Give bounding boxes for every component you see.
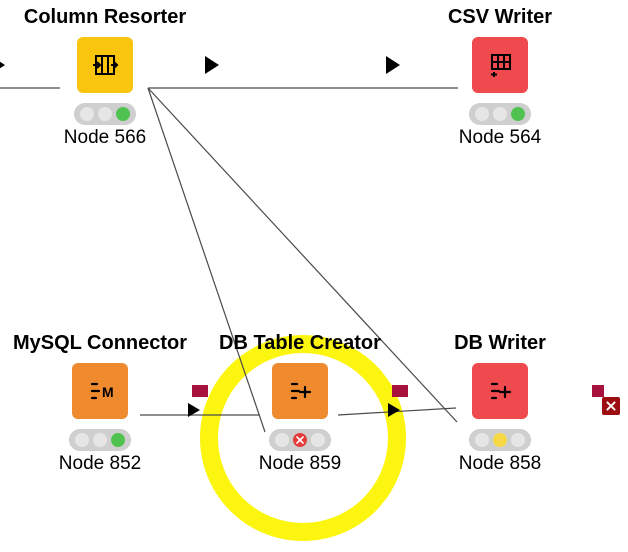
data-in-port[interactable] bbox=[386, 56, 400, 74]
node-icon bbox=[272, 363, 328, 419]
status-error bbox=[293, 433, 307, 447]
node-db-table-creator[interactable]: DB Table Creator Node 859 bbox=[210, 332, 390, 475]
csv-writer-icon bbox=[485, 50, 515, 80]
db-in-port[interactable] bbox=[196, 385, 208, 397]
node-icon bbox=[472, 363, 528, 419]
node-db-writer[interactable]: DB Writer Node 858 bbox=[410, 332, 590, 475]
node-icon bbox=[77, 37, 133, 93]
status-lights bbox=[469, 103, 531, 125]
node-icon: M bbox=[72, 363, 128, 419]
status-lights bbox=[69, 429, 131, 451]
status-configured bbox=[493, 433, 507, 447]
node-title: DB Writer bbox=[410, 332, 590, 355]
status-executed bbox=[116, 107, 130, 121]
node-icon bbox=[472, 37, 528, 93]
node-title: MySQL Connector bbox=[10, 332, 190, 355]
column-resorter-icon bbox=[90, 50, 120, 80]
svg-text:M: M bbox=[102, 384, 114, 400]
status-executed bbox=[111, 433, 125, 447]
db-table-creator-icon bbox=[285, 376, 315, 406]
node-csv-writer[interactable]: CSV Writer Node 564 bbox=[410, 6, 590, 149]
node-id: Node 852 bbox=[10, 453, 190, 475]
node-id: Node 858 bbox=[410, 453, 590, 475]
status-lights bbox=[269, 429, 331, 451]
workflow-canvas[interactable]: Column Resorter Node 566 CSV Writer bbox=[0, 0, 628, 552]
node-id: Node 564 bbox=[410, 127, 590, 149]
error-badge-icon bbox=[602, 397, 620, 415]
node-title: Column Resorter bbox=[15, 6, 195, 29]
node-title: CSV Writer bbox=[410, 6, 590, 29]
node-column-resorter[interactable]: Column Resorter Node 566 bbox=[15, 6, 195, 149]
status-lights bbox=[469, 429, 531, 451]
data-in-port[interactable] bbox=[188, 403, 200, 417]
db-writer-icon bbox=[485, 376, 515, 406]
db-in-port[interactable] bbox=[396, 385, 408, 397]
data-in-port[interactable] bbox=[388, 403, 400, 417]
db-out-port[interactable] bbox=[592, 385, 604, 397]
status-lights bbox=[74, 103, 136, 125]
mysql-connector-icon: M bbox=[85, 376, 115, 406]
data-in-port[interactable] bbox=[0, 56, 5, 74]
data-out-port[interactable] bbox=[205, 56, 219, 74]
node-mysql-connector[interactable]: MySQL Connector M Node 852 bbox=[10, 332, 190, 475]
node-title: DB Table Creator bbox=[210, 332, 390, 355]
node-id: Node 859 bbox=[210, 453, 390, 475]
node-id: Node 566 bbox=[15, 127, 195, 149]
status-executed bbox=[511, 107, 525, 121]
